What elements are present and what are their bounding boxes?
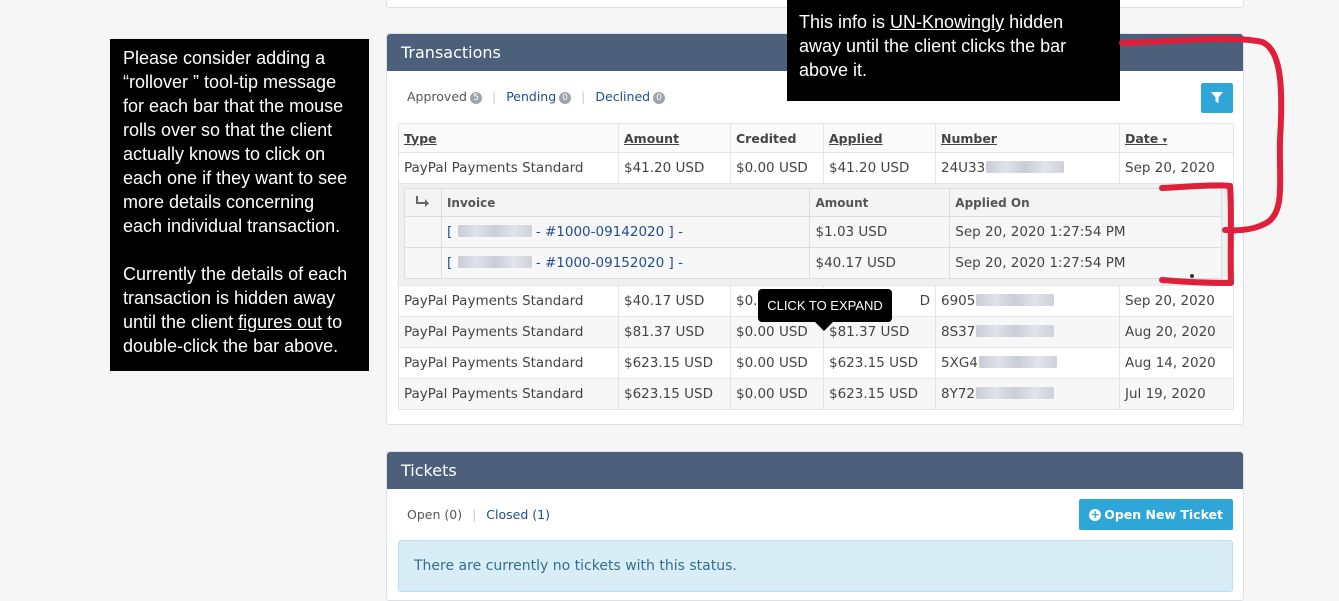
redacted-text bbox=[986, 161, 1065, 173]
invoice-row: [ - #1000-09142020 ] - $1.03 USD Sep 20,… bbox=[404, 216, 1222, 248]
invoice-row: [ - #1000-09152020 ] - $40.17 USD Sep 20… bbox=[404, 247, 1222, 279]
redacted-text bbox=[976, 294, 1055, 306]
transaction-number: 8Y72 bbox=[935, 378, 1120, 410]
invoice-col-amount: Amount bbox=[809, 188, 951, 217]
transaction-type: PayPal Payments Standard bbox=[398, 378, 619, 410]
redacted-text bbox=[976, 325, 1055, 337]
transaction-amount: $81.37 USD bbox=[618, 316, 731, 348]
transaction-date: Jul 19, 2020 bbox=[1119, 378, 1234, 410]
transaction-row[interactable]: PayPal Payments Standard $623.15 USD $0.… bbox=[398, 347, 1234, 379]
transaction-amount: $623.15 USD bbox=[618, 378, 731, 410]
redacted-text bbox=[976, 387, 1055, 399]
transaction-filters: Approved 5 | Pending 0 | Declined 0 bbox=[407, 89, 666, 104]
transaction-date: Aug 20, 2020 bbox=[1119, 316, 1234, 348]
click-to-expand-tooltip: CLICK TO EXPAND bbox=[758, 289, 892, 331]
transactions-table: Type Amount Credited Applied Number Date… bbox=[398, 123, 1234, 410]
invoice-link[interactable]: [ - #1000-09152020 ] - bbox=[440, 247, 811, 279]
column-header-number[interactable]: Number bbox=[935, 123, 1120, 153]
filter-closed[interactable]: Closed (1) bbox=[486, 507, 550, 522]
transaction-date: Sep 20, 2020 bbox=[1119, 152, 1234, 184]
transaction-credited: $0.00 USD bbox=[730, 378, 824, 410]
filter-pending[interactable]: Pending 0 bbox=[506, 89, 572, 104]
invoice-applied-on: Sep 20, 2020 1:27:54 PM bbox=[949, 247, 1222, 279]
transaction-amount: $41.20 USD bbox=[618, 152, 731, 184]
approved-count-badge: 5 bbox=[469, 92, 482, 104]
reply-arrow-icon bbox=[416, 195, 430, 207]
column-header-amount[interactable]: Amount bbox=[618, 123, 731, 153]
plus-circle-icon: + bbox=[1089, 507, 1102, 521]
transaction-applied: $41.20 USD bbox=[823, 152, 936, 184]
table-header-row: Type Amount Credited Applied Number Date… bbox=[398, 123, 1234, 153]
transaction-amount: $40.17 USD bbox=[618, 285, 731, 317]
sort-desc-icon: ▾ bbox=[1162, 135, 1168, 146]
tickets-panel: Tickets Open (0) | Closed (1) + Open New… bbox=[386, 451, 1244, 601]
transaction-date: Aug 14, 2020 bbox=[1119, 347, 1234, 379]
filter-declined[interactable]: Declined 0 bbox=[595, 89, 666, 104]
transaction-type: PayPal Payments Standard bbox=[398, 316, 619, 348]
transaction-row[interactable]: PayPal Payments Standard $623.15 USD $0.… bbox=[398, 378, 1234, 410]
invoice-amount: $1.03 USD bbox=[809, 216, 951, 248]
transaction-applied: $623.15 USD bbox=[823, 378, 936, 410]
transaction-number: 24U33 bbox=[935, 152, 1120, 184]
column-header-type[interactable]: Type bbox=[398, 123, 619, 153]
filter-icon bbox=[1211, 92, 1223, 103]
redacted-text bbox=[457, 225, 532, 237]
invoice-link[interactable]: [ - #1000-09142020 ] - bbox=[440, 216, 811, 248]
invoice-col-applied-on: Applied On bbox=[949, 188, 1222, 217]
transaction-type: PayPal Payments Standard bbox=[398, 285, 619, 317]
transaction-row[interactable]: PayPal Payments Standard $41.20 USD $0.0… bbox=[398, 152, 1234, 184]
invoice-detail-table: Invoice Amount Applied On [ - #1000-0914… bbox=[404, 188, 1222, 279]
transaction-detail-row: Invoice Amount Applied On [ - #1000-0914… bbox=[398, 183, 1234, 286]
transaction-number: 6905 bbox=[935, 285, 1120, 317]
redacted-text bbox=[457, 256, 532, 268]
ticket-filters: Open (0) | Closed (1) bbox=[407, 507, 550, 522]
invoice-header-row: Invoice Amount Applied On bbox=[404, 188, 1222, 217]
invoice-col-invoice: Invoice bbox=[440, 188, 811, 217]
annotation-note-top: This info is UN-Knowingly hidden away un… bbox=[787, 0, 1120, 101]
transaction-amount: $623.15 USD bbox=[618, 347, 731, 379]
transaction-number: 8S37 bbox=[935, 316, 1120, 348]
open-new-ticket-button[interactable]: + Open New Ticket bbox=[1079, 499, 1233, 530]
transaction-credited: $0.00 USD bbox=[730, 347, 824, 379]
column-header-credited: Credited bbox=[730, 123, 824, 153]
transaction-applied: $623.15 USD bbox=[823, 347, 936, 379]
invoice-amount: $40.17 USD bbox=[809, 247, 951, 279]
filter-approved[interactable]: Approved 5 bbox=[407, 89, 482, 104]
declined-count-badge: 0 bbox=[653, 92, 666, 104]
pending-count-badge: 0 bbox=[559, 92, 572, 104]
invoice-applied-on: Sep 20, 2020 1:27:54 PM bbox=[949, 216, 1222, 248]
no-tickets-notice: There are currently no tickets with this… bbox=[398, 540, 1233, 592]
transaction-date: Sep 20, 2020 bbox=[1119, 285, 1234, 317]
filter-open[interactable]: Open (0) bbox=[407, 507, 462, 522]
column-header-date[interactable]: Date ▾ bbox=[1119, 123, 1234, 153]
annotation-note-left: Please consider adding a “rollover ” too… bbox=[110, 39, 369, 371]
transaction-number: 5XG4 bbox=[935, 347, 1120, 379]
column-header-applied[interactable]: Applied bbox=[823, 123, 936, 153]
transaction-type: PayPal Payments Standard bbox=[398, 152, 619, 184]
redacted-text bbox=[978, 356, 1057, 368]
tickets-title: Tickets bbox=[387, 452, 1243, 489]
transaction-type: PayPal Payments Standard bbox=[398, 347, 619, 379]
filter-button[interactable] bbox=[1201, 83, 1233, 113]
transaction-credited: $0.00 USD bbox=[730, 152, 824, 184]
